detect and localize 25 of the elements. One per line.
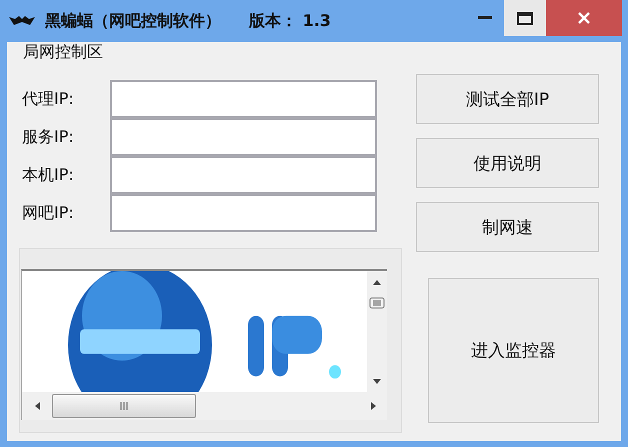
ip-field[interactable] xyxy=(110,80,377,118)
maximize-icon xyxy=(517,12,533,24)
group-title: 局网控制区 xyxy=(23,42,103,62)
ip-field[interactable] xyxy=(110,118,377,156)
window-title: 黑蝙蝠（网吧控制软件） xyxy=(45,10,221,32)
close-button[interactable] xyxy=(546,0,622,36)
bat-icon xyxy=(9,15,35,27)
grip-icon xyxy=(120,402,128,410)
field-label: 代理IP: xyxy=(22,88,75,110)
action-button[interactable]: 使用说明 xyxy=(416,138,599,188)
scroll-down-icon[interactable] xyxy=(372,376,382,386)
ip-field[interactable] xyxy=(110,156,377,194)
maximize-button[interactable] xyxy=(504,0,546,36)
ip-field[interactable] xyxy=(110,194,377,232)
scroll-thumb[interactable] xyxy=(52,394,196,418)
monitor-button[interactable]: 进入监控器 xyxy=(428,278,599,423)
field-label: 服务IP: xyxy=(22,126,75,148)
minimize-icon xyxy=(478,16,492,20)
version-label: 版本： 1.3 xyxy=(249,10,331,32)
field-label: 本机IP: xyxy=(22,164,75,186)
close-icon xyxy=(577,11,591,25)
field-label: 网吧IP: xyxy=(22,202,75,224)
action-button[interactable]: 制网速 xyxy=(416,202,599,252)
scroll-thumb-icon[interactable] xyxy=(369,297,385,309)
action-button[interactable]: 测试全部IP xyxy=(416,74,599,124)
